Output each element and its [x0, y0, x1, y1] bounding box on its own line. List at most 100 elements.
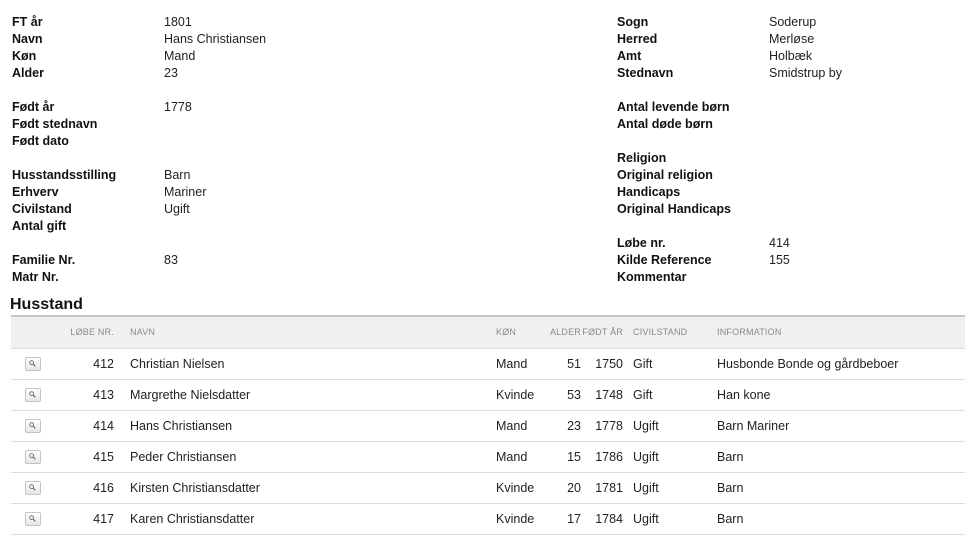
- field-label: Civilstand: [12, 202, 72, 216]
- cell-civilstand: Ugift: [633, 511, 659, 526]
- view-person-button[interactable]: [25, 480, 41, 495]
- magnifier-icon: [29, 422, 36, 429]
- col-header-information[interactable]: INFORMATION: [717, 317, 965, 348]
- field-label: Alder: [12, 66, 44, 80]
- household-table: LØBE NR. NAVN KØN ALDER FØDT ÅR CIVILSTA…: [11, 317, 965, 535]
- field-value: 414: [769, 236, 790, 250]
- cell-navn: Kirsten Christiansdatter: [130, 480, 260, 495]
- field-label: Født dato: [12, 134, 69, 148]
- field-label: Antal gift: [12, 219, 67, 233]
- cell-alder: 17: [567, 511, 581, 526]
- field-value: 1778: [164, 100, 192, 114]
- cell-civilstand: Ugift: [633, 449, 659, 464]
- field-value: 155: [769, 253, 790, 267]
- cell-fodt-ar: 1748: [595, 387, 623, 402]
- cell-fodt-ar: 1781: [595, 480, 623, 495]
- field-label: Sogn: [617, 15, 649, 29]
- cell-lobe-nr: 415: [93, 449, 114, 464]
- field-label: Navn: [12, 32, 43, 46]
- field-value: Smidstrup by: [769, 66, 842, 80]
- table-row: 417 Karen Christiansdatter Kvinde 17 1784 Ugi…: [11, 503, 965, 534]
- view-person-button[interactable]: [25, 356, 41, 371]
- cell-information: Barn Mariner: [717, 418, 790, 433]
- field-label: Antal døde børn: [617, 117, 713, 131]
- field-label: Familie Nr.: [12, 253, 76, 267]
- cell-lobe-nr: 413: [93, 387, 114, 402]
- col-header-lobe-nr[interactable]: LØBE NR.: [59, 317, 114, 348]
- field-value: Hans Christiansen: [164, 32, 267, 46]
- household-table-wrap: LØBE NR. NAVN KØN ALDER FØDT ÅR CIVILSTA…: [11, 315, 965, 535]
- cell-information: Barn: [717, 511, 744, 526]
- cell-information: Barn: [717, 480, 744, 495]
- field-label: Født stednavn: [12, 117, 98, 131]
- col-header-alder[interactable]: ALDER: [546, 317, 581, 348]
- cell-navn: Peder Christiansen: [130, 449, 237, 464]
- field-label: Herred: [617, 32, 658, 46]
- col-header-navn[interactable]: NAVN: [130, 317, 496, 348]
- cell-fodt-ar: 1786: [595, 449, 623, 464]
- field-label: Amt: [617, 49, 642, 63]
- field-label: Stednavn: [617, 66, 674, 80]
- field-value: Mand: [164, 49, 196, 63]
- cell-information: Han kone: [717, 387, 771, 402]
- cell-kon: Mand: [496, 356, 528, 371]
- cell-fodt-ar: 1784: [595, 511, 623, 526]
- field-value: 23: [164, 66, 178, 80]
- table-row: 412 Christian Nielsen Mand 51 1750 Gift Husbon…: [11, 348, 965, 379]
- field-value: 1801: [164, 15, 192, 29]
- col-header-kon[interactable]: KØN: [496, 317, 546, 348]
- view-person-button[interactable]: [25, 511, 41, 526]
- cell-navn: Margrethe Nielsdatter: [130, 387, 251, 402]
- field-label: Antal levende børn: [617, 100, 730, 114]
- cell-alder: 15: [567, 449, 581, 464]
- cell-alder: 20: [567, 480, 581, 495]
- field-value: Soderup: [769, 15, 817, 29]
- cell-navn: Hans Christiansen: [130, 418, 233, 433]
- cell-lobe-nr: 416: [93, 480, 114, 495]
- magnifier-icon: [29, 391, 36, 398]
- field-label: Løbe nr.: [617, 236, 666, 250]
- cell-kon: Mand: [496, 449, 528, 464]
- cell-information: Barn: [717, 449, 744, 464]
- view-person-button[interactable]: [25, 418, 41, 433]
- view-person-button[interactable]: [25, 449, 41, 464]
- table-row: 413 Margrethe Nielsdatter Kvinde 53 1748 Gift…: [11, 379, 965, 410]
- cell-navn: Karen Christiansdatter: [130, 511, 255, 526]
- field-value: Barn: [164, 168, 191, 182]
- field-label: Erhverv: [12, 185, 59, 199]
- field-label: Matr Nr.: [12, 270, 59, 284]
- magnifier-icon: [29, 453, 36, 460]
- cell-civilstand: Gift: [633, 387, 653, 402]
- table-row: 415 Peder Christiansen Mand 15 1786 Ugift Barn: [11, 441, 965, 472]
- col-header-civilstand[interactable]: CIVILSTAND: [633, 317, 717, 348]
- field-label: Født år: [12, 100, 55, 114]
- cell-alder: 51: [567, 356, 581, 371]
- magnifier-icon: [29, 360, 36, 367]
- field-label: Kommentar: [617, 270, 687, 284]
- cell-fodt-ar: 1750: [595, 356, 623, 371]
- cell-civilstand: Gift: [633, 356, 653, 371]
- field-label: Original Handicaps: [617, 202, 731, 216]
- cell-civilstand: Ugift: [633, 418, 659, 433]
- field-value: 83: [164, 253, 178, 267]
- field-label: Religion: [617, 151, 667, 165]
- field-label: Handicaps: [617, 185, 681, 199]
- cell-alder: 23: [567, 418, 581, 433]
- cell-lobe-nr: 414: [93, 418, 114, 433]
- cell-civilstand: Ugift: [633, 480, 659, 495]
- cell-navn: Christian Nielsen: [130, 356, 225, 371]
- field-label: Kilde Reference: [617, 253, 712, 267]
- magnifier-icon: [29, 515, 36, 522]
- field-value: Ugift: [164, 202, 190, 216]
- view-person-button[interactable]: [25, 387, 41, 402]
- cell-lobe-nr: 417: [93, 511, 114, 526]
- cell-kon: Kvinde: [496, 387, 535, 402]
- col-header-fodt-ar[interactable]: FØDT ÅR: [581, 317, 623, 348]
- field-value: Mariner: [164, 185, 207, 199]
- cell-lobe-nr: 412: [93, 356, 114, 371]
- cell-kon: Kvinde: [496, 480, 535, 495]
- magnifier-icon: [29, 484, 36, 491]
- household-title: Husstand: [10, 296, 83, 313]
- field-label: FT år: [12, 15, 43, 29]
- cell-kon: Mand: [496, 418, 528, 433]
